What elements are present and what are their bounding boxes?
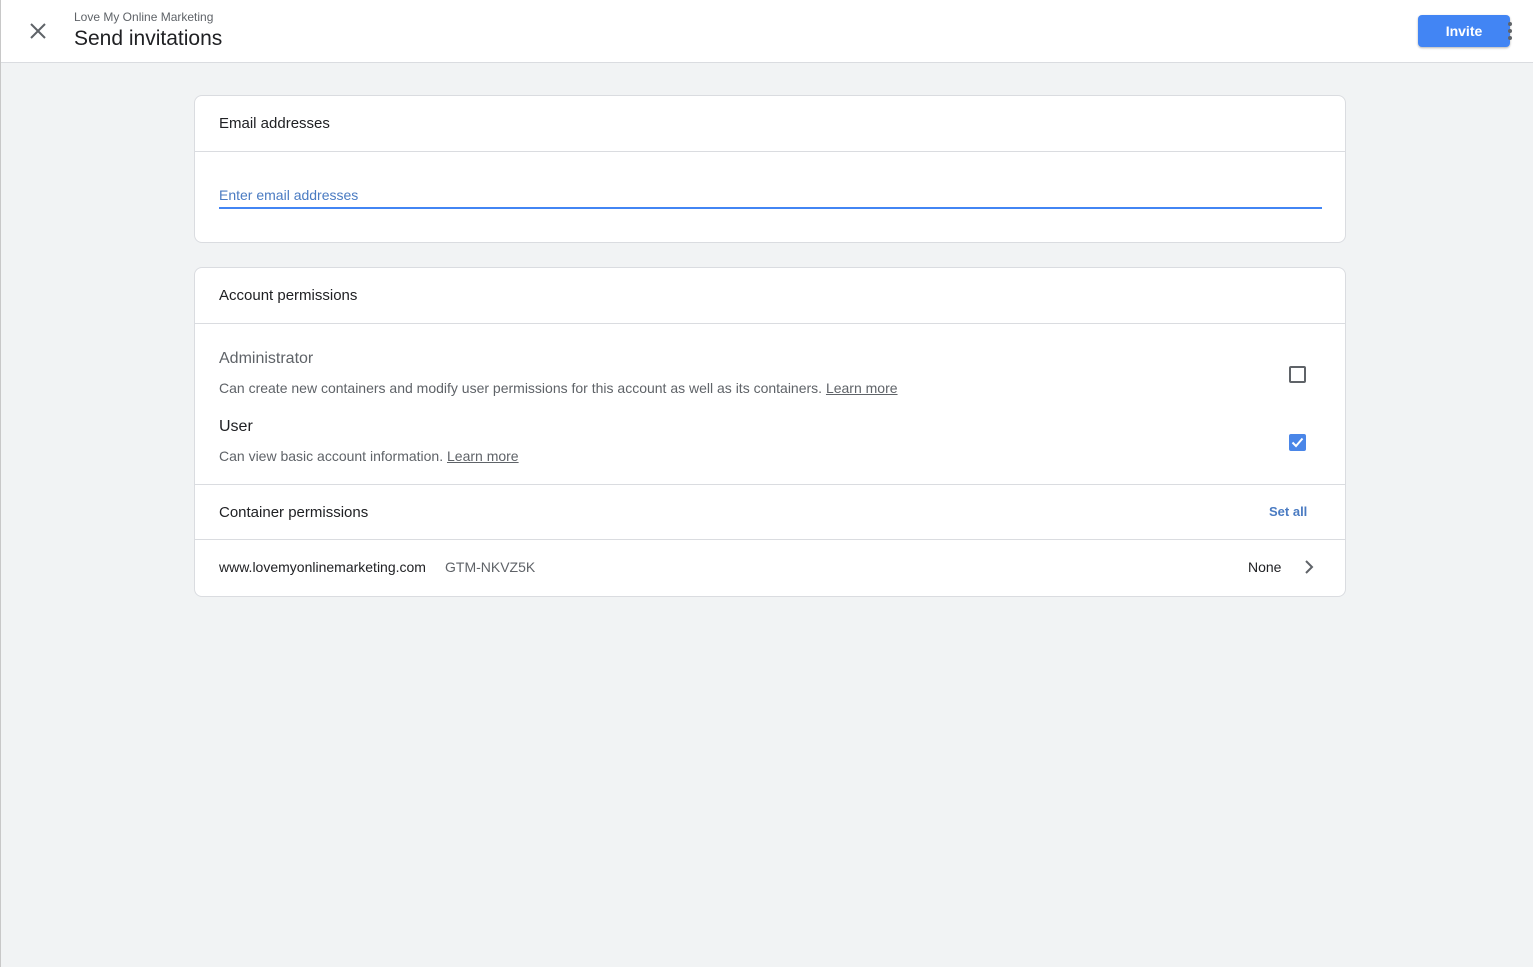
email-addresses-heading: Email addresses — [195, 96, 1345, 152]
role-name: Administrator — [219, 350, 314, 367]
role-description: Can view basic account information. Lear… — [219, 448, 519, 464]
more-options-button[interactable] — [1500, 18, 1520, 44]
email-input[interactable] — [219, 182, 1322, 209]
container-permissions-heading: Container permissions — [219, 504, 369, 521]
container-id: GTM-NKVZ5K — [445, 559, 536, 575]
container-domain: www.lovemyonlinemarketing.com — [219, 559, 426, 575]
more-vert-icon — [1508, 22, 1512, 26]
learn-more-link[interactable]: Learn more — [826, 380, 898, 396]
role-user: User Can view basic account information.… — [219, 418, 519, 464]
email-addresses-card: Email addresses — [194, 95, 1346, 243]
learn-more-link[interactable]: Learn more — [447, 448, 519, 464]
check-icon — [1291, 437, 1304, 448]
role-description: Can create new containers and modify use… — [219, 380, 898, 396]
chevron-right-icon — [1305, 560, 1314, 574]
close-icon — [30, 23, 46, 39]
invite-button[interactable]: Invite — [1418, 15, 1510, 47]
container-row[interactable]: www.lovemyonlinemarketing.com GTM-NKVZ5K… — [195, 540, 1345, 596]
account-permissions-card: Account permissions Administrator Can cr… — [194, 267, 1346, 597]
role-administrator: Administrator Can create new containers … — [219, 350, 898, 396]
app-header: Love My Online Marketing Send invitation… — [1, 0, 1533, 63]
administrator-checkbox[interactable] — [1289, 366, 1306, 383]
account-name: Love My Online Marketing — [74, 10, 214, 24]
page-title: Send invitations — [74, 27, 223, 50]
set-all-button[interactable]: Set all — [1269, 504, 1307, 519]
header-titles: Love My Online Marketing Send invitation… — [74, 10, 222, 53]
role-name: User — [219, 418, 253, 435]
user-checkbox[interactable] — [1289, 434, 1306, 451]
container-permission-value: None — [1248, 559, 1282, 575]
divider — [195, 484, 1345, 485]
close-button[interactable] — [23, 16, 53, 46]
account-permissions-heading: Account permissions — [195, 268, 1345, 324]
